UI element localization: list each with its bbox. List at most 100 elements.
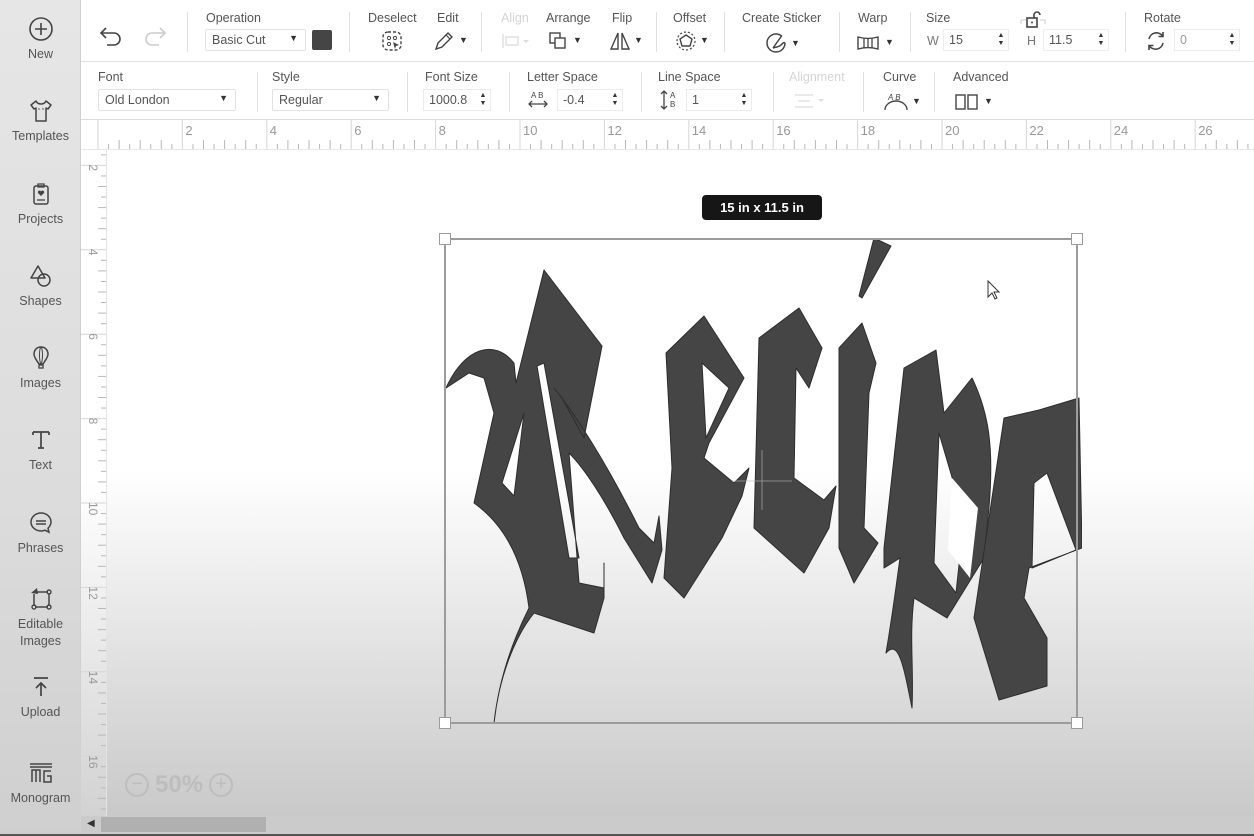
ruler-label: 2 [185, 123, 192, 138]
height-value: 11.5 [1049, 33, 1073, 47]
sidebar-item-shapes[interactable]: Shapes [0, 263, 81, 310]
redo-icon [145, 27, 167, 46]
warp-label: Warp [858, 11, 888, 25]
ruler-label: 12 [607, 123, 621, 138]
curve-button[interactable]: A B ▼ [883, 91, 921, 111]
resize-handle-bottom-left[interactable] [439, 717, 451, 729]
scrollbar-thumb[interactable] [101, 817, 266, 832]
zoom-out-button[interactable]: − [125, 773, 149, 797]
projects-icon [32, 183, 49, 205]
svg-text:B: B [670, 100, 675, 109]
flip-button[interactable]: ▼ [609, 30, 643, 52]
width-stepper[interactable]: ▲ ▼ [996, 32, 1006, 48]
edit-label: Edit [437, 11, 459, 25]
undo-button[interactable] [99, 24, 123, 46]
sidebar-item-new[interactable]: New [0, 16, 81, 63]
warp-button[interactable]: ▼ [856, 35, 894, 51]
zoom-in-button[interactable]: + [209, 773, 234, 797]
flip-label: Flip [612, 11, 633, 25]
letter-space-stepper[interactable]: ▲ ▼ [610, 92, 620, 108]
curve-icon: A B [884, 93, 908, 111]
height-stepper[interactable]: ▲ ▼ [1096, 32, 1106, 48]
undo-icon [99, 27, 121, 46]
balloon-icon [32, 346, 49, 369]
redo-button[interactable] [143, 24, 167, 46]
ruler-label: 4 [86, 249, 100, 256]
sidebar-item-text[interactable]: Text [0, 427, 81, 474]
design-canvas[interactable]: 15 in x 11.5 in − 50% + [107, 150, 1254, 816]
ruler-label: 6 [86, 333, 100, 340]
chevron-down-icon: ▼ [573, 35, 582, 45]
sidebar-item-monogram[interactable]: Monogram [0, 760, 81, 807]
text-icon [31, 431, 50, 449]
chevron-down-icon: ▼ [289, 33, 298, 43]
letter-space-input[interactable]: -0.4 ▲ ▼ [557, 89, 623, 111]
operation-color-swatch[interactable] [312, 30, 332, 50]
font-size-input[interactable]: 1000.8 ▲ ▼ [423, 89, 491, 111]
edit-button[interactable]: ▼ [433, 30, 468, 52]
chevron-down-icon: ▼ [372, 93, 381, 103]
arrange-button[interactable]: ▼ [548, 31, 582, 51]
font-dropdown[interactable]: Old London ▼ [98, 89, 236, 111]
sidebar-item-phrases[interactable]: Phrases [0, 510, 81, 557]
ruler-ticks: 2 4 6 8 10 12 14 16 18 20 22 24 26 [97, 120, 1249, 149]
ruler-ticks: 2 4 6 8 10 12 14 16 [81, 154, 106, 810]
line-space-stepper[interactable]: ▲ ▼ [739, 92, 749, 108]
ruler-label: 20 [945, 123, 959, 138]
sidebar-item-label: Monogram [10, 791, 71, 805]
style-dropdown[interactable]: Regular ▼ [272, 89, 389, 111]
sidebar-item-templates[interactable]: Templates [0, 98, 81, 145]
sidebar-item-projects[interactable]: Projects [0, 181, 81, 228]
resize-handle-bottom-right[interactable] [1071, 717, 1083, 729]
line-space-label: Line Space [658, 70, 721, 84]
warp-icon [857, 36, 879, 50]
zoom-level: 50% [155, 771, 204, 798]
svg-text:A B: A B [531, 91, 543, 100]
align-label: Align [501, 11, 529, 25]
deselect-button[interactable] [381, 30, 403, 52]
zoom-control: − 50% + [125, 770, 234, 800]
sidebar-item-images[interactable]: Images [0, 345, 81, 392]
flip-icon [609, 32, 631, 50]
resize-handle-top-right[interactable] [1071, 233, 1083, 245]
create-sticker-button[interactable]: ▼ [764, 31, 800, 55]
chevron-down-icon: ▼ [791, 38, 800, 48]
width-prefix: W [927, 34, 939, 48]
width-input[interactable]: 15 ▲ ▼ [943, 29, 1009, 51]
size-label: Size [926, 11, 951, 25]
sidebar-item-label: Text [29, 458, 52, 472]
curve-label: Curve [883, 70, 917, 84]
rotate-stepper[interactable]: ▲ ▼ [1227, 32, 1237, 48]
font-size-stepper[interactable]: ▲ ▼ [478, 92, 488, 108]
align-icon [502, 34, 529, 48]
horizontal-scrollbar[interactable]: ◀ [81, 816, 1254, 834]
line-space-icon-wrap: AB [659, 89, 679, 111]
operation-value: Basic Cut [212, 33, 266, 47]
width-value: 15 [949, 33, 963, 47]
ruler-label: 10 [523, 123, 537, 138]
scroll-left-arrow-icon[interactable]: ◀ [87, 818, 95, 829]
sticker-icon [766, 33, 786, 53]
rotate-button[interactable] [1145, 30, 1167, 52]
font-size-label: Font Size [425, 70, 478, 84]
shirt-icon [29, 100, 52, 122]
rotate-input[interactable]: 0 ▲ ▼ [1174, 29, 1240, 51]
mouse-cursor-icon [987, 280, 1001, 300]
chevron-down-icon: ▼ [885, 37, 894, 47]
ruler-label: 16 [86, 755, 100, 769]
sidebar-item-upload[interactable]: Upload [0, 674, 81, 721]
letter-space-label: Letter Space [527, 70, 598, 84]
letter-space-value: -0.4 [563, 93, 585, 107]
operation-dropdown[interactable]: Basic Cut ▼ [205, 29, 306, 51]
height-input[interactable]: 11.5 ▲ ▼ [1043, 29, 1109, 51]
ruler-label: 24 [1114, 123, 1128, 138]
speech-bubble-icon [29, 512, 52, 534]
rotate-label: Rotate [1144, 11, 1181, 25]
pencil-icon [434, 32, 453, 51]
advanced-label: Advanced [953, 70, 1009, 84]
advanced-button[interactable]: ▼ [954, 93, 993, 111]
sidebar-item-editable-images[interactable]: Editable Images [0, 586, 81, 650]
offset-button[interactable]: ▼ [675, 30, 709, 52]
resize-handle-top-left[interactable] [439, 233, 451, 245]
line-space-input[interactable]: 1 ▲ ▼ [686, 89, 752, 111]
